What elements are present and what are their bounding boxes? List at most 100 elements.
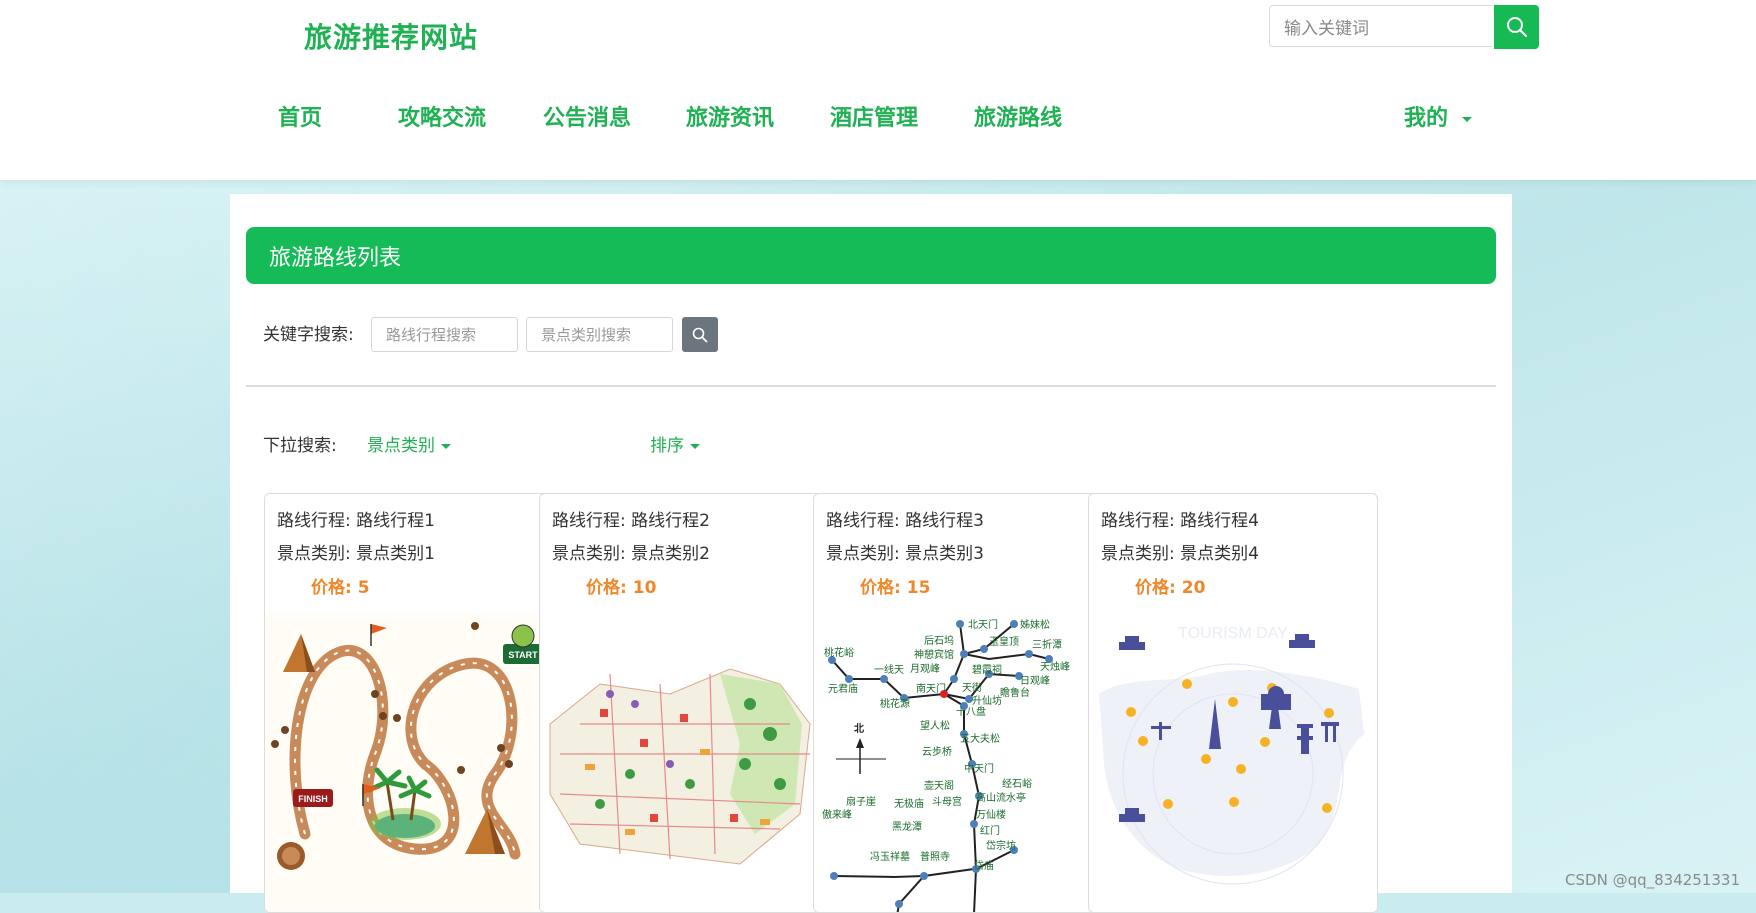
price: 价格: 10 xyxy=(586,573,656,598)
map-label: 月观峰 xyxy=(910,663,940,675)
map-label: 五大夫松 xyxy=(960,732,1000,745)
desert-route-map-image: START FINISH xyxy=(265,614,553,912)
map-label: 十八盘 xyxy=(956,705,986,718)
price-value: 20 xyxy=(1181,578,1206,598)
price: 价格: 15 xyxy=(860,573,930,598)
price-label: 价格: xyxy=(1135,578,1176,598)
dropdown-search-label: 下拉搜索: xyxy=(263,436,337,456)
sort-dropdown-label: 排序 xyxy=(650,436,684,456)
nav-guides[interactable]: 攻略交流 xyxy=(398,100,486,132)
map-label: 经石峪 xyxy=(1002,777,1032,790)
route-label: 路线行程: xyxy=(552,511,626,531)
map-label: 黑龙潭 xyxy=(892,820,922,833)
category-line: 景点类别: 景点类别3 xyxy=(826,539,984,564)
map-label: 中天门 xyxy=(964,762,994,775)
map-label: 碧霞祠 xyxy=(972,663,1002,676)
category-label: 景点类别: xyxy=(277,544,351,564)
watermark: CSDN @qq_834251331 xyxy=(1565,871,1740,889)
map-label: 一线天 xyxy=(874,663,904,676)
city-tourist-map-image xyxy=(540,614,828,912)
nav-hotels[interactable]: 酒店管理 xyxy=(830,100,918,132)
map-label: 斗母宫 xyxy=(932,795,962,808)
site-title: 旅游推荐网站 xyxy=(304,21,479,54)
price-value: 15 xyxy=(906,578,931,598)
map-label: 日观峰 xyxy=(1020,675,1050,687)
map-label: 万仙楼 xyxy=(976,808,1006,821)
route-value: 路线行程4 xyxy=(1180,511,1259,531)
category-value: 景点类别2 xyxy=(631,544,710,564)
map-label: 望人松 xyxy=(920,719,950,732)
header-search-input[interactable]: 输入关键词 xyxy=(1269,5,1492,47)
search-icon xyxy=(692,327,708,342)
divider xyxy=(246,385,1496,387)
header-search-button[interactable] xyxy=(1494,5,1539,49)
map-label: 普照寺 xyxy=(920,850,950,863)
sort-dropdown[interactable]: 排序 xyxy=(650,431,700,456)
map-label: 云步桥 xyxy=(922,746,952,758)
price-label: 价格: xyxy=(860,578,901,598)
route-line: 路线行程: 路线行程4 xyxy=(1101,506,1259,531)
route-value: 路线行程1 xyxy=(356,511,435,531)
caret-down-icon xyxy=(441,443,451,449)
map-label: 后石坞 xyxy=(924,634,954,647)
map-label: 桃花峪 xyxy=(824,646,854,659)
category-value: 景点类别3 xyxy=(905,544,984,564)
route-label: 路线行程: xyxy=(826,511,900,531)
map-label: 傲来峰 xyxy=(822,809,852,821)
price-value: 10 xyxy=(632,578,657,598)
route-search-input[interactable]: 路线行程搜索 xyxy=(371,317,518,352)
category-dropdown-label: 景点类别 xyxy=(367,436,435,456)
map-label: 岱庙 xyxy=(974,859,994,872)
nav-my-dropdown[interactable]: 我的 xyxy=(1404,100,1473,132)
route-card[interactable]: 路线行程: 路线行程1 景点类别: 景点类别1 价格: 5 START FINI… xyxy=(264,493,554,913)
category-value: 景点类别1 xyxy=(356,544,435,564)
price-label: 价格: xyxy=(311,578,352,598)
route-line: 路线行程: 路线行程1 xyxy=(277,506,435,531)
map-label: 冯玉祥墓 xyxy=(870,850,910,863)
svg-text:START: START xyxy=(508,650,538,660)
tourism-day-caption: TOURISM DAY xyxy=(1178,625,1288,642)
price: 价格: 5 xyxy=(311,573,370,598)
route-label: 路线行程: xyxy=(1101,511,1175,531)
panel-title: 旅游路线列表 xyxy=(246,227,1496,284)
route-line: 路线行程: 路线行程2 xyxy=(552,506,710,531)
keyword-search-label: 关键字搜索: xyxy=(263,325,354,345)
map-label: 三折潭 xyxy=(1032,638,1062,651)
price: 价格: 20 xyxy=(1135,573,1205,598)
main-panel: 旅游路线列表 关键字搜索: 路线行程搜索 景点类别搜索 下拉搜索: 景点类别 排… xyxy=(230,194,1512,913)
map-label: 壶天阁 xyxy=(924,779,954,792)
keyword-search-button[interactable] xyxy=(682,317,718,352)
nav-travel-news[interactable]: 旅游资讯 xyxy=(686,100,774,132)
nav-routes[interactable]: 旅游路线 xyxy=(974,100,1062,132)
route-value: 路线行程2 xyxy=(631,511,710,531)
map-label: 北天门 xyxy=(968,618,998,631)
map-label: 扇子崖 xyxy=(846,795,876,808)
category-label: 景点类别: xyxy=(1101,544,1175,564)
route-card[interactable]: 路线行程: 路线行程4 景点类别: 景点类别4 价格: 20 TOURISM D… xyxy=(1088,493,1378,913)
nav-home[interactable]: 首页 xyxy=(278,100,322,132)
category-search-input[interactable]: 景点类别搜索 xyxy=(526,317,673,352)
map-label: 元君庙 xyxy=(828,682,858,695)
price-value: 5 xyxy=(357,578,370,598)
caret-down-icon xyxy=(1462,116,1473,122)
map-label: 天烛峰 xyxy=(1040,660,1070,673)
map-label: 岱宗坊 xyxy=(986,839,1016,852)
site-header: 旅游推荐网站 输入关键词 首页 攻略交流 公告消息 旅游资讯 酒店管理 旅游路线… xyxy=(0,0,1756,180)
nav-announcements[interactable]: 公告消息 xyxy=(543,100,631,132)
search-icon xyxy=(1506,17,1527,38)
route-card[interactable]: 路线行程: 路线行程3 景点类别: 景点类别3 价格: 15 北天门 姊妹松 后… xyxy=(813,493,1103,913)
map-label: 无极庙 xyxy=(894,797,924,810)
map-label: 姊妹松 xyxy=(1020,618,1050,631)
map-label: 瞻鲁台 xyxy=(1000,686,1030,699)
category-label: 景点类别: xyxy=(552,544,626,564)
svg-text:FINISH: FINISH xyxy=(298,794,328,804)
category-label: 景点类别: xyxy=(826,544,900,564)
map-label: 高山流水亭 xyxy=(976,791,1026,804)
map-north-label: 北 xyxy=(854,722,864,735)
nav-my-label: 我的 xyxy=(1404,106,1449,131)
caret-down-icon xyxy=(690,443,700,449)
route-card[interactable]: 路线行程: 路线行程2 景点类别: 景点类别2 价格: 10 xyxy=(539,493,829,913)
category-dropdown[interactable]: 景点类别 xyxy=(367,431,451,456)
map-label: 神憩宾馆 xyxy=(914,648,954,661)
map-label: 南天门 xyxy=(916,682,946,695)
